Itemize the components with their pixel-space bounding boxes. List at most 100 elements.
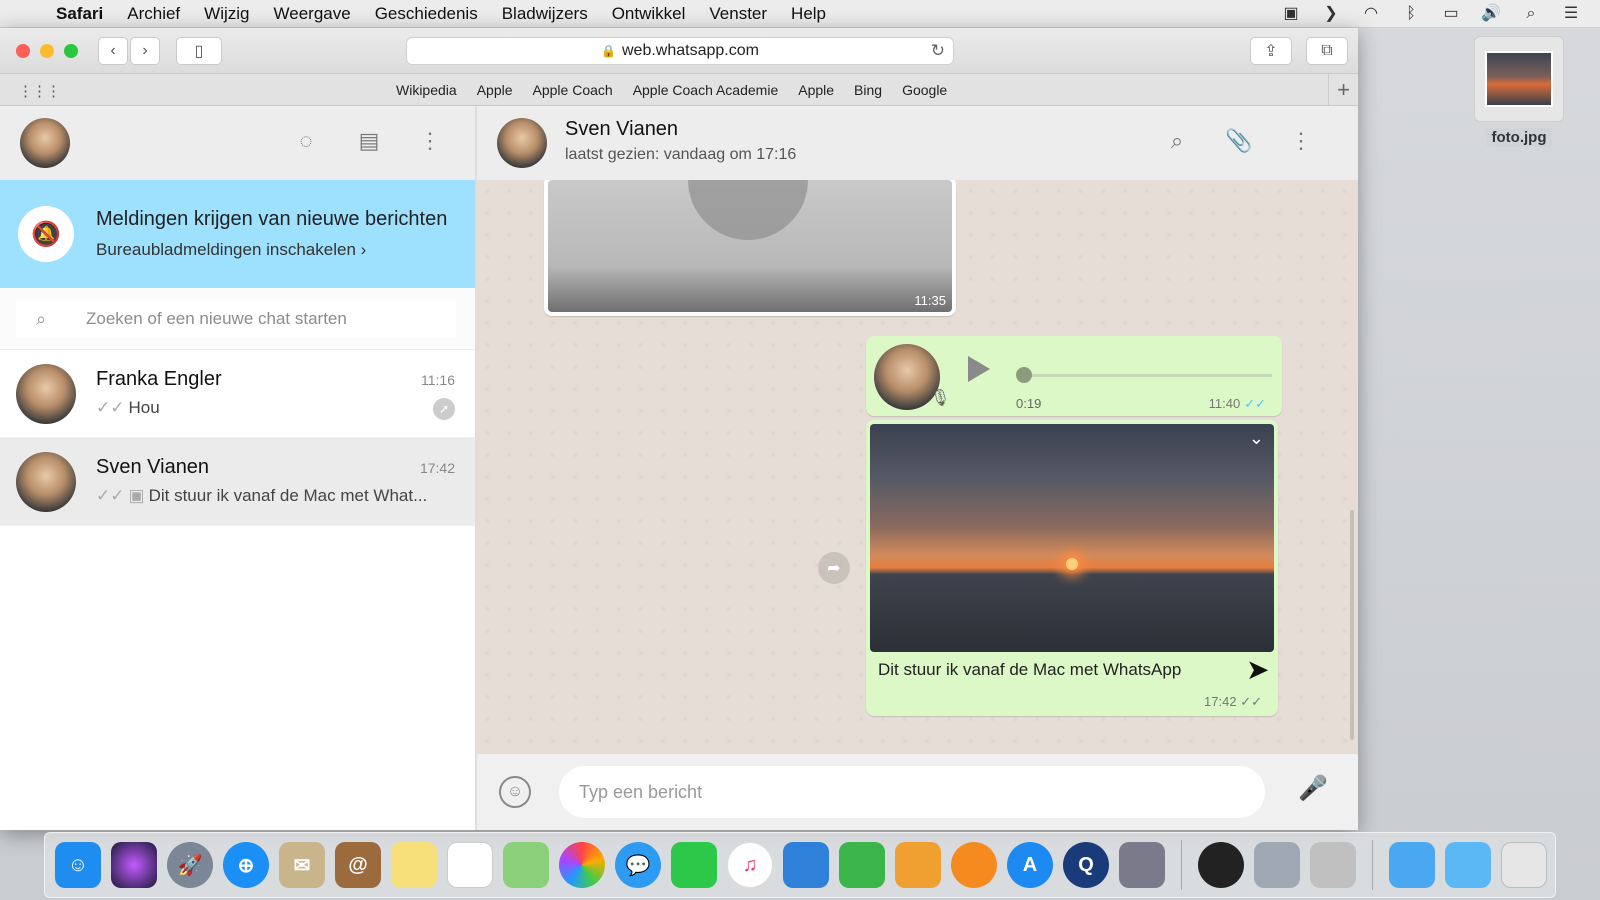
pages-icon[interactable]: [895, 842, 941, 888]
chevron-down-icon[interactable]: ⌄: [1249, 428, 1264, 449]
final-cut-icon[interactable]: [1119, 842, 1165, 888]
photo-message: ⌄ Dit stuur ik vanaf de Mac met WhatsApp…: [866, 420, 1278, 716]
tabs-icon: ⧉: [1321, 42, 1333, 59]
status-icon[interactable]: ◌: [292, 128, 320, 154]
favorite-link[interactable]: Bing: [854, 82, 882, 98]
airplay-icon[interactable]: ▭: [1440, 5, 1462, 23]
disk-utility-icon[interactable]: [1310, 842, 1356, 888]
favorite-link[interactable]: Apple Coach: [533, 82, 613, 98]
sunset-photo[interactable]: ⌄: [870, 424, 1274, 652]
message-time: 11:40 ✓✓: [1208, 396, 1266, 411]
back-button[interactable]: ‹: [98, 37, 128, 65]
address-bar[interactable]: 🔒 web.whatsapp.com ↻: [406, 37, 954, 65]
menu-weergave[interactable]: Weergave: [262, 4, 363, 24]
menu-help[interactable]: Help: [779, 4, 838, 24]
menu-wijzig[interactable]: Wijzig: [192, 4, 261, 24]
message-list[interactable]: 11:35 🎙 0:19 11:40 ✓✓ ➦ ⌄ Dit stuur ik v…: [476, 180, 1358, 754]
play-button[interactable]: [968, 356, 990, 382]
menu-ontwikkel[interactable]: Ontwikkel: [600, 4, 698, 24]
avatar: [16, 364, 76, 424]
contact-status: laatst gezien: vandaag om 17:16: [565, 146, 797, 163]
reload-icon[interactable]: ↻: [931, 41, 945, 61]
trash-icon[interactable]: [1501, 842, 1547, 888]
menu-dots-icon[interactable]: ⋮: [416, 128, 444, 154]
whatsapp-desktop-icon[interactable]: [1198, 842, 1244, 888]
profile-avatar[interactable]: [20, 118, 70, 168]
favorites-grid-icon[interactable]: ⋮⋮⋮: [18, 82, 61, 100]
menu-bladwijzers[interactable]: Bladwijzers: [490, 4, 600, 24]
ibooks-icon[interactable]: [951, 842, 997, 888]
downloads-folder-icon[interactable]: [1389, 842, 1435, 888]
contact-avatar[interactable]: [497, 118, 547, 168]
maps-icon[interactable]: [503, 842, 549, 888]
favorite-link[interactable]: Apple: [798, 82, 834, 98]
search-icon: ⌕: [35, 308, 47, 329]
favorite-link[interactable]: Apple: [477, 82, 513, 98]
chevron-right-icon[interactable]: ❯: [1320, 5, 1342, 23]
chevron-right-icon: ›: [142, 42, 148, 59]
wifi-icon[interactable]: ◠: [1360, 5, 1382, 23]
new-chat-icon[interactable]: ▤: [355, 128, 383, 154]
tabs-overview-button[interactable]: ⧉: [1306, 37, 1348, 65]
message-time: 11:35: [914, 293, 946, 308]
app-store-icon[interactable]: A: [1007, 842, 1053, 888]
share-button[interactable]: ⇪: [1250, 37, 1292, 65]
favorite-link[interactable]: Google: [902, 82, 947, 98]
finder-icon[interactable]: ☺: [55, 842, 101, 888]
menu-venster[interactable]: Venster: [697, 4, 779, 24]
menu-dots-icon[interactable]: ⋮: [1287, 128, 1315, 154]
mail-icon[interactable]: ✉: [279, 842, 325, 888]
message-input[interactable]: Typ een bericht: [559, 766, 1265, 818]
new-tab-button[interactable]: +: [1328, 74, 1358, 106]
photos-icon[interactable]: [559, 842, 605, 888]
notification-center-icon[interactable]: ☰: [1560, 5, 1582, 23]
quicktime-icon[interactable]: Q: [1063, 842, 1109, 888]
audio-scrubber[interactable]: [1016, 367, 1032, 383]
forward-button[interactable]: ›: [130, 37, 160, 65]
close-window-button[interactable]: [16, 44, 30, 58]
chat-item-sven-vianen[interactable]: Sven Vianen 17:42 ✓✓ ▣ Dit stuur ik vanaf …: [0, 438, 475, 526]
numbers-icon[interactable]: [839, 842, 885, 888]
audio-progress-track[interactable]: [1026, 374, 1272, 377]
zoom-window-button[interactable]: [64, 44, 78, 58]
contact-name[interactable]: Sven Vianen: [565, 118, 678, 141]
menu-safari[interactable]: Safari: [44, 4, 115, 24]
folder-icon[interactable]: [1445, 842, 1491, 888]
menu-archief[interactable]: Archief: [115, 4, 192, 24]
favorite-link[interactable]: Apple Coach Academie: [633, 82, 779, 98]
notification-banner[interactable]: 🔕 Meldingen krijgen van nieuwe berichten…: [0, 180, 475, 288]
launchpad-icon[interactable]: 🚀: [167, 842, 213, 888]
favorites-links: Wikipedia Apple Apple Coach Apple Coach …: [396, 82, 947, 98]
forward-icon[interactable]: ➦: [818, 552, 850, 584]
camera-icon[interactable]: ▣: [1280, 5, 1302, 23]
itunes-icon[interactable]: ♫: [727, 842, 773, 888]
chat-item-franka-engler[interactable]: Franka Engler 11:16 ✓✓ Hou ➚: [0, 350, 475, 438]
attach-icon[interactable]: 📎: [1225, 128, 1253, 154]
favorite-link[interactable]: Wikipedia: [396, 82, 457, 98]
menu-geschiedenis[interactable]: Geschiedenis: [363, 4, 490, 24]
safari-icon[interactable]: ⊕: [223, 842, 269, 888]
volume-icon[interactable]: 🔊: [1480, 5, 1502, 23]
xcode-icon[interactable]: [1254, 842, 1300, 888]
emoji-icon[interactable]: ☺: [499, 776, 531, 808]
contacts-icon[interactable]: @: [335, 842, 381, 888]
minimize-window-button[interactable]: [40, 44, 54, 58]
image-message[interactable]: 11:35: [544, 180, 956, 316]
enable-notifications-link[interactable]: Bureaubladmeldingen inschakelen ›: [96, 240, 366, 260]
scrollbar[interactable]: [1350, 510, 1354, 740]
siri-icon[interactable]: [111, 842, 157, 888]
reminders-icon[interactable]: [447, 842, 493, 888]
search-input[interactable]: ⌕ Zoeken of een nieuwe chat starten: [16, 300, 456, 338]
safari-toolbar: ‹ › ▯ 🔒 web.whatsapp.com ↻ ⇪ ⧉: [0, 28, 1358, 74]
facetime-icon[interactable]: [671, 842, 717, 888]
notes-icon[interactable]: [391, 842, 437, 888]
search-icon[interactable]: ⌕: [1163, 128, 1191, 154]
messages-icon[interactable]: 💬: [615, 842, 661, 888]
microphone-icon[interactable]: 🎤: [1298, 774, 1328, 803]
keynote-icon[interactable]: [783, 842, 829, 888]
bluetooth-icon[interactable]: ᛒ: [1400, 5, 1422, 23]
image-preview[interactable]: 11:35: [548, 180, 952, 312]
sidebar-toggle-button[interactable]: ▯: [176, 37, 222, 65]
spotlight-search-icon[interactable]: ⌕: [1520, 5, 1542, 23]
desktop-file-foto[interactable]: foto.jpg: [1474, 36, 1564, 147]
